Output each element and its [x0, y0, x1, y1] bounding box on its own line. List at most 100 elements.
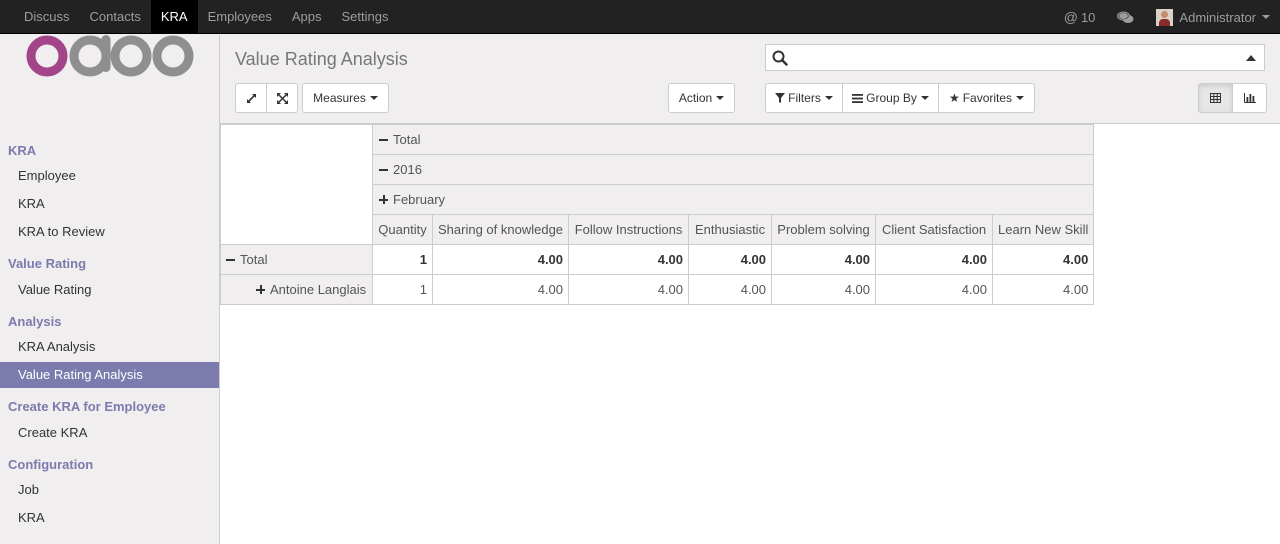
at-sign-icon: @: [1063, 9, 1078, 25]
filters-dropdown-button[interactable]: Filters: [765, 83, 843, 113]
table-row: Total 1 4.00 4.00 4.00 4.00 4.00 4.00: [220, 244, 1095, 275]
table-icon: [1210, 93, 1221, 103]
action-label: Action: [678, 91, 713, 105]
mentions-count: 10: [1080, 9, 1096, 25]
menu-settings[interactable]: Settings: [332, 0, 399, 34]
sidebar-section-kra: KRA: [8, 143, 37, 158]
action-dropdown-button[interactable]: Action: [668, 83, 735, 113]
fullscreen-button[interactable]: [266, 83, 298, 113]
sidebar-section-create-kra: Create KRA for Employee: [8, 399, 166, 414]
measure-header[interactable]: Quantity: [372, 214, 433, 245]
sidebar-item-value-rating[interactable]: Value Rating: [0, 277, 219, 303]
table-cell: 4.00: [568, 274, 690, 305]
menu-kra[interactable]: KRA: [150, 0, 198, 34]
table-cell: 1: [372, 244, 433, 275]
sidebar-item-kra-analysis[interactable]: KRA Analysis: [0, 334, 219, 360]
measure-header[interactable]: Problem solving: [771, 214, 877, 245]
menu-employees[interactable]: Employees: [198, 0, 282, 34]
table-row: Antoine Langlais 1 4.00 4.00 4.00 4.00 4…: [220, 274, 1095, 305]
user-name: Administrator: [1179, 9, 1256, 25]
caret-down-icon: [1262, 15, 1270, 19]
expand-all-button[interactable]: [235, 83, 267, 113]
measure-header[interactable]: Sharing of knowledge: [431, 214, 570, 245]
table-cell: 4.00: [431, 274, 570, 305]
chat-button[interactable]: [1117, 11, 1134, 24]
table-cell: 4.00: [771, 244, 877, 275]
table-cell: 4.00: [568, 244, 690, 275]
measure-header[interactable]: Learn New Skill: [992, 214, 1095, 245]
chat-bubbles-icon: [1117, 11, 1134, 23]
fullscreen-icon: [276, 92, 288, 104]
measure-header[interactable]: Follow Instructions: [568, 214, 690, 245]
row-header-total[interactable]: Total: [220, 244, 373, 275]
sidebar-item-config-kra[interactable]: KRA: [0, 505, 219, 531]
table-cell: 4.00: [688, 274, 773, 305]
row-header-employee[interactable]: Antoine Langlais: [220, 274, 373, 305]
bars-icon: [852, 93, 864, 103]
sidebar-item-employee[interactable]: Employee: [0, 163, 219, 189]
menu-apps[interactable]: Apps: [282, 0, 332, 34]
sidebar-section-value-rating: Value Rating: [8, 256, 87, 271]
sidebar-item-kra-to-review[interactable]: KRA to Review: [0, 219, 219, 245]
group-by-dropdown-button[interactable]: Group By: [842, 83, 939, 113]
star-icon: ★: [948, 91, 960, 105]
collapse-icon: [226, 258, 235, 261]
table-cell: 4.00: [771, 274, 877, 305]
search-bar[interactable]: [765, 44, 1265, 71]
favorites-dropdown-button[interactable]: ★ Favorites: [938, 83, 1035, 113]
pivot-view-button[interactable]: [1198, 83, 1233, 113]
systray: @ 10 Administrator: [1064, 0, 1280, 34]
table-cell: 4.00: [992, 244, 1095, 275]
search-input[interactable]: [794, 47, 1234, 68]
sidebar-section-analysis: Analysis: [8, 314, 62, 329]
user-menu[interactable]: Administrator: [1156, 8, 1270, 26]
collapse-icon: [379, 168, 388, 171]
table-cell: 4.00: [431, 244, 570, 275]
app-menu: Discuss Contacts KRA Employees Apps Sett…: [14, 0, 399, 34]
control-panel: Value Rating Analysis Measures Action Fi…: [220, 35, 1280, 124]
sidebar-item-kra[interactable]: KRA: [0, 191, 219, 217]
table-cell: 4.00: [688, 244, 773, 275]
pivot-corner: [220, 124, 373, 245]
page-title: Value Rating Analysis: [235, 49, 408, 69]
sidebar-section-configuration: Configuration: [8, 457, 94, 472]
caret-down-icon: [824, 96, 833, 100]
pivot-table: Total 2016 February Quantity Sharing of …: [220, 124, 1095, 305]
measure-header[interactable]: Client Satisfaction: [875, 214, 994, 245]
table-cell: 4.00: [992, 274, 1095, 305]
measures-dropdown-button[interactable]: Measures: [302, 83, 389, 113]
collapse-icon: [379, 138, 388, 141]
odoo-logo[interactable]: [26, 35, 194, 77]
search-icon: [772, 50, 788, 66]
favorites-label: Favorites: [962, 91, 1013, 105]
avatar: [1156, 8, 1174, 26]
caret-down-icon: [369, 96, 378, 100]
caret-down-icon: [716, 96, 725, 100]
filters-label: Filters: [788, 91, 821, 105]
measure-header[interactable]: Enthusiastic: [688, 214, 773, 245]
col-header-month[interactable]: February: [371, 184, 1095, 215]
sidebar-item-value-rating-analysis[interactable]: Value Rating Analysis: [0, 362, 219, 388]
expand-arrows-icon: [246, 93, 256, 103]
sidebar-item-job[interactable]: Job: [0, 477, 219, 503]
col-header-total[interactable]: Total: [371, 124, 1095, 155]
caret-down-icon: [920, 96, 929, 100]
expand-icon: [379, 195, 388, 205]
menu-contacts[interactable]: Contacts: [80, 0, 151, 34]
pivot-view: Total 2016 February Quantity Sharing of …: [220, 124, 1280, 544]
measures-label: Measures: [313, 91, 366, 105]
search-options-toggle-icon[interactable]: [1246, 55, 1256, 61]
caret-down-icon: [1016, 96, 1025, 100]
col-header-year[interactable]: 2016: [371, 154, 1095, 185]
mentions-button[interactable]: @ 10: [1064, 9, 1096, 25]
bar-chart-icon: [1243, 93, 1256, 103]
sidebar-item-create-kra[interactable]: Create KRA: [0, 420, 219, 446]
table-cell: 1: [372, 274, 433, 305]
expand-icon: [256, 285, 265, 295]
table-cell: 4.00: [875, 274, 994, 305]
filter-icon: [775, 93, 786, 103]
top-navbar: Discuss Contacts KRA Employees Apps Sett…: [0, 0, 1280, 34]
graph-view-button[interactable]: [1232, 83, 1267, 113]
group-by-label: Group By: [866, 91, 917, 105]
menu-discuss[interactable]: Discuss: [14, 0, 80, 34]
